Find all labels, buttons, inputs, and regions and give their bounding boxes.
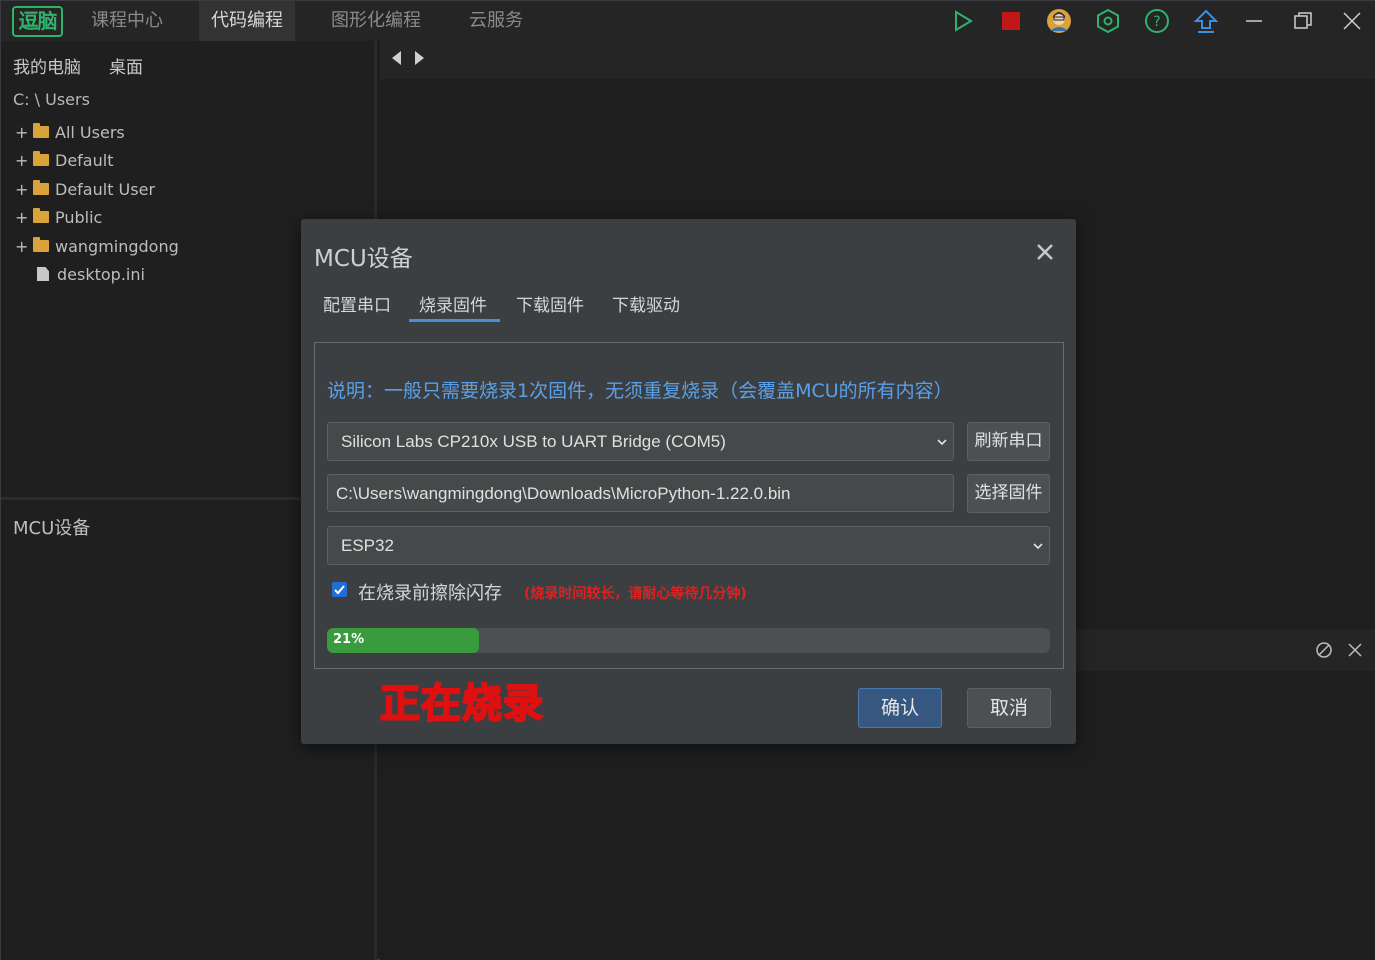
select-firmware-button[interactable]: 选择固件 xyxy=(967,474,1050,513)
firmware-path-value: C:\Users\wangmingdong\Downloads\MicroPyt… xyxy=(336,484,791,503)
nav-course-center[interactable]: 课程中心 xyxy=(79,1,175,41)
avatar-icon[interactable] xyxy=(1046,8,1072,34)
folder-icon xyxy=(33,180,49,195)
tab-download-driver[interactable]: 下载驱动 xyxy=(612,291,680,316)
tree-item-label: All Users xyxy=(55,122,125,142)
restore-icon[interactable] xyxy=(1290,8,1316,34)
close-console-icon[interactable] xyxy=(1346,641,1364,659)
close-icon[interactable] xyxy=(1339,8,1365,34)
tab-burn-firmware[interactable]: 烧录固件 xyxy=(419,291,487,316)
tree-item-label: wangmingdong xyxy=(55,236,179,256)
minimize-icon[interactable] xyxy=(1241,8,1267,34)
cancel-button[interactable]: 取消 xyxy=(967,688,1051,728)
clear-console-icon[interactable] xyxy=(1315,641,1333,659)
nav-code-programming[interactable]: 代码编程 xyxy=(199,1,295,41)
checkmark-icon xyxy=(334,585,345,595)
folder-icon xyxy=(33,237,49,252)
tree-item-label: Public xyxy=(55,207,103,227)
nav-graphical-programming[interactable]: 图形化编程 xyxy=(319,1,433,41)
app-logo: 逗脑 xyxy=(12,6,63,37)
help-icon[interactable]: ? xyxy=(1144,8,1170,34)
folder-icon xyxy=(33,123,49,138)
file-icon xyxy=(37,267,49,281)
dialog-title: MCU设备 xyxy=(314,246,413,272)
expand-icon[interactable]: + xyxy=(15,180,33,199)
tree-item-public[interactable]: + Public xyxy=(15,205,102,229)
erase-flash-checkbox[interactable] xyxy=(332,582,347,597)
editor-tab-bar xyxy=(380,41,1375,79)
tree-item-default[interactable]: + Default xyxy=(15,148,113,172)
app-window: 逗脑 课程中心 代码编程 图形化编程 云服务 ? 我的电脑 桌面 C: \ Us… xyxy=(0,0,1375,960)
settings-hex-icon[interactable] xyxy=(1095,8,1121,34)
board-value: ESP32 xyxy=(341,536,394,555)
expand-icon[interactable]: + xyxy=(15,237,33,256)
board-select[interactable]: ESP32 xyxy=(327,526,1050,565)
burn-firmware-panel: 说明：一般只需要烧录1次固件，无须重复烧录（会覆盖MCU的所有内容） Silic… xyxy=(314,342,1064,669)
dialog-close-icon[interactable] xyxy=(1034,241,1056,263)
tree-item-label: desktop.ini xyxy=(57,264,145,284)
expand-icon[interactable]: + xyxy=(15,208,33,227)
tree-item-wangmingdong[interactable]: + wangmingdong xyxy=(15,234,179,258)
tab-desktop[interactable]: 桌面 xyxy=(109,53,143,78)
active-tab-indicator xyxy=(409,319,500,322)
tree-item-default-user[interactable]: + Default User xyxy=(15,177,155,201)
firmware-path-input[interactable]: C:\Users\wangmingdong\Downloads\MicroPyt… xyxy=(327,474,954,512)
tree-item-desktop-ini[interactable]: desktop.ini xyxy=(15,262,145,286)
nav-cloud-service[interactable]: 云服务 xyxy=(457,1,535,41)
svg-text:?: ? xyxy=(1153,14,1160,30)
confirm-button[interactable]: 确认 xyxy=(858,688,942,728)
burn-progress-bar: 21% xyxy=(327,628,1050,653)
arrow-right-icon[interactable] xyxy=(415,51,424,65)
arrow-left-icon[interactable] xyxy=(392,51,401,65)
stop-icon[interactable] xyxy=(998,8,1024,34)
serial-port-select[interactable]: Silicon Labs CP210x USB to UART Bridge (… xyxy=(327,422,954,461)
tree-item-label: Default User xyxy=(55,179,156,199)
mcu-device-dialog: MCU设备 配置串口 烧录固件 下载固件 下载驱动 说明：一般只需要烧录1次固件… xyxy=(301,219,1076,744)
refresh-port-button[interactable]: 刷新串口 xyxy=(967,422,1050,461)
expand-icon[interactable]: + xyxy=(15,123,33,142)
erase-warning-text: (烧录时间较长，请耐心等待几分钟) xyxy=(524,586,747,602)
burning-status-overlay: 正在烧录 xyxy=(379,680,544,728)
expand-icon[interactable]: + xyxy=(15,151,33,170)
mcu-section-title: MCU设备 xyxy=(13,518,91,539)
tree-item-label: Default xyxy=(55,150,114,170)
folder-icon xyxy=(33,208,49,223)
tab-download-firmware[interactable]: 下载固件 xyxy=(516,291,584,316)
tab-configure-port[interactable]: 配置串口 xyxy=(323,291,391,316)
chevron-down-icon xyxy=(1033,543,1043,550)
title-bar: 逗脑 课程中心 代码编程 图形化编程 云服务 ? xyxy=(1,1,1375,41)
folder-icon xyxy=(33,151,49,166)
burn-note: 说明：一般只需要烧录1次固件，无须重复烧录（会覆盖MCU的所有内容） xyxy=(327,380,953,402)
serial-port-value: Silicon Labs CP210x USB to UART Bridge (… xyxy=(341,432,726,451)
run-icon[interactable] xyxy=(950,8,976,34)
tree-item-all-users[interactable]: + All Users xyxy=(15,120,125,144)
chevron-down-icon xyxy=(937,439,947,446)
path-breadcrumb[interactable]: C: \ Users xyxy=(13,90,90,109)
progress-text: 21% xyxy=(333,632,365,647)
upload-icon[interactable] xyxy=(1193,8,1219,34)
erase-flash-label[interactable]: 在烧录前擦除闪存 xyxy=(358,579,502,605)
tab-my-computer[interactable]: 我的电脑 xyxy=(13,53,81,78)
